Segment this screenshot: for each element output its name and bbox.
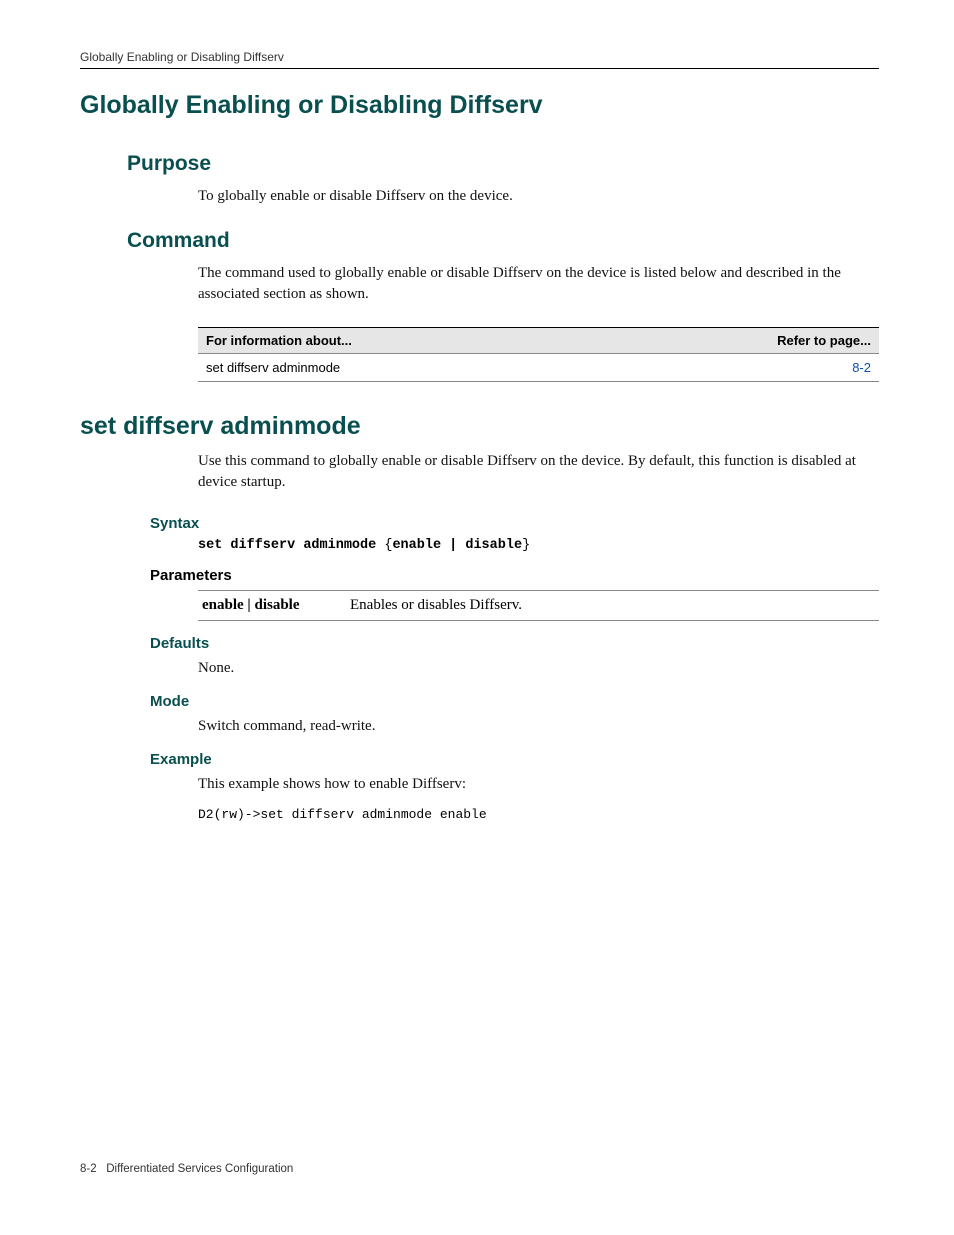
reference-table: For information about... Refer to page..… xyxy=(198,327,879,382)
purpose-text: To globally enable or disable Diffserv o… xyxy=(198,186,879,207)
parameters-heading: Parameters xyxy=(150,567,879,584)
syntax-heading: Syntax xyxy=(150,515,879,532)
ref-table-header-info: For information about... xyxy=(198,328,604,354)
ref-table-header-page: Refer to page... xyxy=(604,328,879,354)
table-row: enable | disable Enables or disables Dif… xyxy=(198,591,879,621)
page-footer: 8-2 Differentiated Services Configuratio… xyxy=(80,1163,293,1175)
ref-table-cell-cmd: set diffserv adminmode xyxy=(198,354,604,382)
parameters-table: enable | disable Enables or disables Dif… xyxy=(198,590,879,621)
command-intro: Use this command to globally enable or d… xyxy=(198,451,879,493)
param-key: enable | disable xyxy=(198,591,350,621)
syntax-command: set diffserv adminmode xyxy=(198,538,376,553)
running-header: Globally Enabling or Disabling Diffserv xyxy=(80,50,879,69)
mode-text: Switch command, read-write. xyxy=(198,716,879,737)
syntax-options: enable | disable xyxy=(392,538,522,553)
param-desc: Enables or disables Diffserv. xyxy=(350,591,879,621)
defaults-text: None. xyxy=(198,658,879,679)
page-reference-link[interactable]: 8-2 xyxy=(852,360,871,375)
example-intro: This example shows how to enable Diffser… xyxy=(198,774,879,795)
page-content: Globally Enabling or Disabling Diffserv … xyxy=(80,50,879,1185)
mode-heading: Mode xyxy=(150,693,879,710)
command-heading: Command xyxy=(127,229,879,253)
footer-chapter: Differentiated Services Configuration xyxy=(106,1163,293,1175)
defaults-heading: Defaults xyxy=(150,635,879,652)
syntax-line: set diffserv adminmode {enable | disable… xyxy=(198,538,879,553)
command-title: set diffserv adminmode xyxy=(80,412,879,441)
example-heading: Example xyxy=(150,751,879,768)
footer-page-number: 8-2 xyxy=(80,1163,97,1175)
table-row: set diffserv adminmode 8-2 xyxy=(198,354,879,382)
example-code: D2(rw)->set diffserv adminmode enable xyxy=(198,807,879,822)
purpose-heading: Purpose xyxy=(127,152,879,176)
section-title: Globally Enabling or Disabling Diffserv xyxy=(80,91,879,120)
command-text: The command used to globally enable or d… xyxy=(198,263,879,305)
